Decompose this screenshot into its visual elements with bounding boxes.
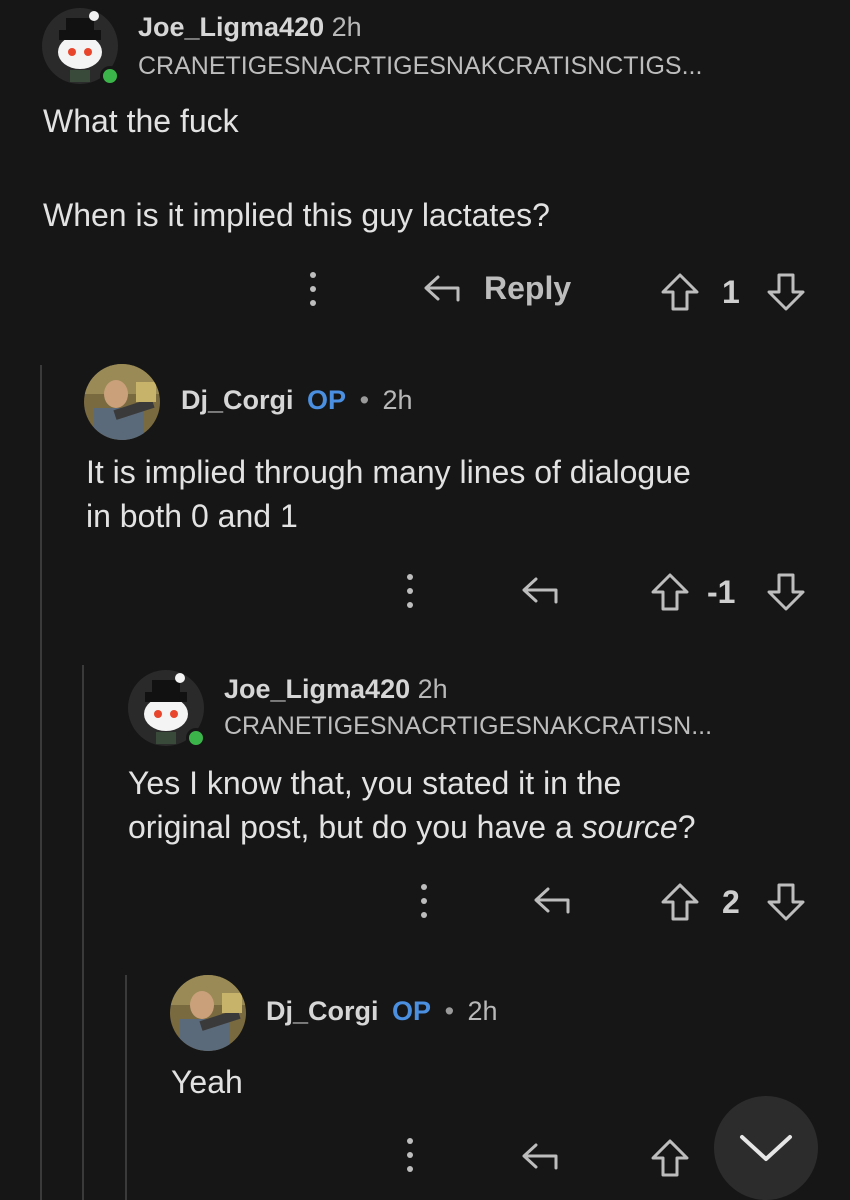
username[interactable]: Joe_Ligma420 (224, 674, 410, 704)
upvote-arrow-icon[interactable] (650, 572, 690, 612)
separator: • (444, 996, 455, 1026)
vote-score: -1 (707, 574, 736, 610)
comment-body-line: When is it implied this guy lactates? (43, 197, 550, 233)
comment-meta: Dj_Corgi OP • 2h (181, 385, 413, 416)
comment-body-text: ? (677, 809, 696, 845)
downvote-arrow-icon[interactable] (766, 882, 806, 922)
upvote-arrow-icon[interactable] (660, 272, 700, 312)
comment-body-line: It is implied through many lines of dial… (86, 454, 691, 490)
avatar[interactable] (170, 975, 246, 1051)
reply-arrow-icon[interactable] (520, 1140, 560, 1174)
username[interactable]: Joe_Ligma420 (138, 12, 324, 42)
comment-meta: Dj_Corgi OP • 2h (266, 996, 498, 1027)
comment-body-line: What the fuck (43, 103, 239, 139)
reply-arrow-icon[interactable] (520, 574, 560, 608)
timestamp: 2h (467, 996, 498, 1026)
emphasized-text: source (581, 809, 678, 845)
upvote-arrow-icon[interactable] (660, 882, 700, 922)
separator: • (359, 385, 370, 415)
reply-arrow-icon[interactable] (532, 884, 572, 918)
vote-score: 2 (722, 884, 740, 920)
downvote-arrow-icon[interactable] (766, 272, 806, 312)
username[interactable]: Dj_Corgi (266, 996, 379, 1026)
vote-score: 1 (722, 274, 740, 310)
thread-line-level-3[interactable] (125, 975, 127, 1200)
user-flair: CRANETIGESNACRTIGESNAKCRATISN... (224, 712, 713, 740)
avatar[interactable] (128, 670, 206, 748)
scroll-down-button[interactable] (714, 1096, 818, 1200)
comment-body-line: Yeah (171, 1064, 243, 1100)
thread-line-level-2[interactable] (82, 665, 84, 1200)
more-vertical-icon[interactable] (310, 272, 316, 306)
comment-meta: Joe_Ligma420 2h (224, 674, 448, 705)
profile-photo-icon (84, 364, 160, 440)
reply-label: Reply (484, 270, 572, 306)
username[interactable]: Dj_Corgi (181, 385, 294, 415)
comment-body-line: in both 0 and 1 (86, 498, 298, 534)
online-status-dot (100, 66, 120, 86)
upvote-arrow-icon[interactable] (650, 1138, 690, 1178)
timestamp: 2h (382, 385, 413, 415)
timestamp: 2h (417, 674, 448, 704)
more-vertical-icon[interactable] (407, 574, 413, 608)
timestamp: 2h (331, 12, 362, 42)
comment-thread: Joe_Ligma420 2h CRANETIGESNACRTIGESNAKCR… (0, 0, 850, 1200)
user-flair: CRANETIGESNACRTIGESNAKCRATISNCTIGS... (138, 52, 703, 80)
comment-body-line: original post, but do you have a source? (128, 805, 695, 849)
reply-arrow-icon (424, 275, 460, 301)
avatar[interactable] (42, 8, 120, 86)
online-status-dot (186, 728, 206, 748)
comment-body-line: Yes I know that, you stated it in the (128, 765, 622, 801)
more-vertical-icon[interactable] (421, 884, 427, 918)
chevron-down-icon (740, 1135, 792, 1161)
avatar[interactable] (84, 364, 160, 440)
more-vertical-icon[interactable] (407, 1138, 413, 1172)
thread-line-level-1[interactable] (40, 365, 42, 1200)
op-badge: OP (392, 996, 432, 1026)
op-badge: OP (307, 385, 347, 415)
profile-photo-icon (170, 975, 246, 1051)
comment-meta: Joe_Ligma420 2h (138, 12, 362, 43)
downvote-arrow-icon[interactable] (766, 572, 806, 612)
reply-button[interactable]: Reply (422, 270, 571, 307)
comment-body-text: original post, but do you have a (128, 809, 582, 845)
